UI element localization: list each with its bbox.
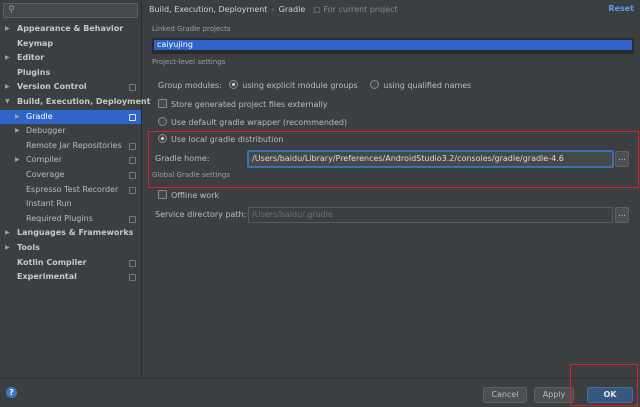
sidebar-item-label: Espresso Test Recorder [26, 184, 119, 194]
sidebar-item-version-control[interactable]: ▶ Version Control [0, 80, 141, 95]
project-scope-icon [129, 259, 136, 267]
sidebar-item-espresso-test-recorder[interactable]: Espresso Test Recorder [0, 183, 141, 198]
cancel-button[interactable]: Cancel [483, 387, 527, 403]
project-scope-icon [129, 113, 136, 121]
sidebar-item-debugger[interactable]: ▶ Debugger [0, 124, 141, 139]
chevron-right-icon[interactable]: ▶ [5, 22, 10, 37]
sidebar-item-tools[interactable]: ▶ Tools [0, 241, 141, 256]
radio-empty-icon [158, 117, 167, 126]
sidebar-item-label: Remote Jar Repositories [26, 140, 122, 150]
sidebar-item-build-execution-deployment[interactable]: ▼ Build, Execution, Deployment [0, 95, 150, 110]
sidebar-item-label: Plugins [17, 67, 51, 77]
apply-button[interactable]: Apply [534, 387, 574, 403]
ok-highlight-box [570, 364, 638, 406]
radio-selected-icon [229, 80, 239, 89]
breadcrumb-separator: › [271, 5, 275, 14]
sidebar-item-label: Gradle [26, 111, 53, 121]
project-scope-icon [129, 157, 136, 165]
gradle-settings-panel: Build, Execution, Deployment › Gradle ▢ For… [142, 0, 640, 378]
project-scope-icon: ▢ [313, 5, 321, 14]
service-dir-label: Service directory path: [155, 210, 247, 219]
search-icon: ⚲ [8, 5, 15, 15]
group-explicit-label: using explicit module groups [242, 81, 358, 90]
sidebar-item-label: Keymap [17, 38, 54, 48]
group-qualified-radio[interactable]: using qualified names [370, 80, 472, 90]
breadcrumb-gradle: Gradle [278, 5, 306, 14]
store-externally-checkbox[interactable]: Store generated project files externally [158, 99, 328, 111]
offline-work-label: Offline work [171, 191, 220, 200]
chevron-right-icon[interactable]: ▶ [15, 110, 20, 125]
sidebar-item-label: Debugger [26, 126, 66, 136]
sidebar-item-remote-jar-repositories[interactable]: Remote Jar Repositories [0, 139, 141, 154]
linked-projects-label: Linked Gradle projects [152, 25, 231, 33]
sidebar-item-keymap[interactable]: Keymap [0, 37, 141, 52]
reset-link[interactable]: Reset [608, 4, 634, 13]
linked-projects-list[interactable]: caiyujing [152, 38, 634, 54]
project-scope-icon [129, 215, 136, 223]
sidebar-item-label: Kotlin Compiler [17, 257, 87, 267]
sidebar-item-required-plugins[interactable]: Required Plugins [0, 212, 141, 227]
project-level-label: Project-level settings [152, 58, 226, 66]
chevron-right-icon[interactable]: ▶ [5, 226, 10, 241]
group-qualified-label: using qualified names [383, 81, 472, 90]
breadcrumb: Build, Execution, Deployment › Gradle ▢ For… [149, 4, 398, 16]
dialog-footer: ? Cancel Apply OK [0, 364, 640, 407]
checkbox-icon [158, 99, 167, 108]
sidebar-item-label: Build, Execution, Deployment [17, 96, 151, 106]
sidebar-item-editor[interactable]: ▶ Editor [0, 51, 141, 66]
chevron-right-icon[interactable]: ▶ [5, 80, 10, 95]
sidebar-item-experimental[interactable]: Experimental [0, 270, 141, 285]
sidebar-item-gradle[interactable]: ▶ Gradle [0, 109, 141, 125]
sidebar-item-label: Required Plugins [26, 213, 93, 223]
sidebar-item-label: Editor [17, 53, 45, 63]
sidebar-item-label: Instant Run [26, 199, 72, 209]
group-modules-label: Group modules: [158, 81, 222, 90]
sidebar-item-instant-run[interactable]: Instant Run [0, 197, 141, 212]
checkbox-icon [158, 190, 167, 199]
sidebar-item-label: Coverage [26, 169, 65, 179]
default-wrapper-radio[interactable]: Use default gradle wrapper (recommended) [158, 117, 347, 129]
chevron-right-icon[interactable]: ▶ [15, 153, 20, 168]
sidebar-item-label: Compiler [26, 155, 63, 165]
sidebar-item-label: Tools [17, 242, 40, 252]
default-wrapper-label: Use default gradle wrapper (recommended) [171, 118, 348, 127]
service-dir-browse-button[interactable]: ... [615, 207, 629, 223]
settings-sidebar: ⚲ ▶ Appearance & Behavior Keymap ▶ Editor Plu… [0, 0, 150, 378]
offline-work-checkbox[interactable]: Offline work [158, 190, 219, 202]
settings-search-input[interactable]: ⚲ [3, 3, 138, 18]
sidebar-item-appearance-behavior[interactable]: ▶ Appearance & Behavior [0, 22, 141, 37]
sidebar-item-kotlin-compiler[interactable]: Kotlin Compiler [0, 256, 141, 271]
sidebar-item-label: Languages & Frameworks [17, 228, 134, 238]
scope-label: For current project [323, 5, 398, 14]
group-explicit-radio[interactable]: using explicit module groups [229, 80, 358, 90]
service-dir-input[interactable]: /Users/baidu/.gradle [248, 207, 613, 223]
chevron-right-icon[interactable]: ▶ [15, 124, 20, 139]
highlight-box [148, 131, 639, 188]
sidebar-item-label: Experimental [17, 272, 77, 282]
scope-note: ▢ For current project [313, 5, 397, 14]
store-externally-label: Store generated project files externally [171, 100, 328, 109]
project-scope-icon [129, 274, 136, 282]
project-scope-icon [129, 171, 136, 179]
sidebar-item-coverage[interactable]: Coverage [0, 168, 141, 183]
radio-empty-icon [370, 80, 380, 89]
breadcrumb-build: Build, Execution, Deployment [149, 5, 268, 14]
chevron-down-icon[interactable]: ▼ [5, 95, 10, 110]
chevron-right-icon[interactable]: ▶ [5, 51, 10, 66]
chevron-right-icon[interactable]: ▶ [5, 241, 10, 256]
settings-tree: ▶ Appearance & Behavior Keymap ▶ Editor Plugi… [0, 22, 150, 285]
sidebar-item-languages-frameworks[interactable]: ▶ Languages & Frameworks [0, 226, 141, 241]
linked-project-item[interactable]: caiyujing [154, 40, 632, 50]
sidebar-item-label: Version Control [17, 82, 87, 92]
project-scope-icon [129, 186, 136, 194]
sidebar-item-compiler[interactable]: ▶ Compiler [0, 153, 141, 168]
group-modules-row: Group modules: using explicit module gro… [158, 80, 471, 92]
project-scope-icon [129, 142, 136, 150]
sidebar-item-plugins[interactable]: Plugins [0, 66, 141, 81]
help-icon[interactable]: ? [6, 387, 17, 398]
sidebar-item-label: Appearance & Behavior [17, 24, 124, 33]
project-scope-icon [129, 84, 136, 92]
